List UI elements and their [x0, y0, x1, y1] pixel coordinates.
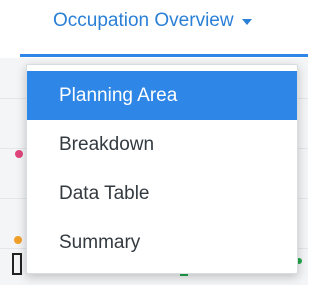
caret-down-icon — [241, 19, 252, 25]
chart-point — [14, 236, 22, 244]
tab-header: Occupation Overview — [0, 0, 308, 58]
chart-point — [15, 150, 23, 158]
menu-item-summary[interactable]: Summary — [27, 218, 297, 267]
active-tab-indicator — [20, 54, 308, 57]
tab-label-text: Occupation Overview — [53, 10, 234, 31]
view-dropdown-menu: Planning Area Breakdown Data Table Summa… — [26, 64, 298, 274]
menu-item-planning-area[interactable]: Planning Area — [27, 71, 297, 120]
chart-bar — [12, 253, 22, 275]
menu-item-data-table[interactable]: Data Table — [27, 169, 297, 218]
menu-item-breakdown[interactable]: Breakdown — [27, 120, 297, 169]
tab-occupation-overview[interactable]: Occupation Overview — [53, 10, 252, 32]
